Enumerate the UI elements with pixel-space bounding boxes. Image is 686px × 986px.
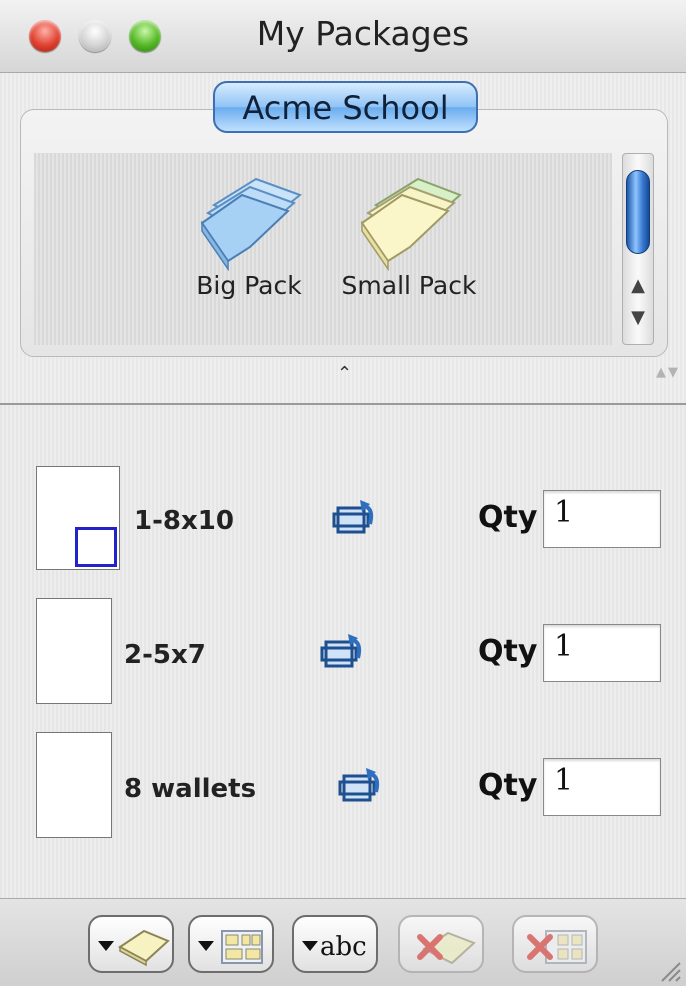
layout-row: 2-5x7 Qty 1 (0, 594, 686, 704)
layout-label: 2-5x7 (124, 640, 206, 670)
add-package-menu-button[interactable] (88, 915, 174, 973)
layout-thumbnail[interactable] (36, 732, 112, 838)
layout-row: 1-8x10 Qty 1 (0, 460, 686, 570)
group-tab[interactable]: Acme School (213, 81, 478, 133)
add-layout-menu-button[interactable] (188, 915, 274, 973)
package-label: Big Pack (196, 271, 302, 300)
divider-grip-icon[interactable]: ⌃ (337, 363, 352, 384)
scroll-thumb[interactable] (626, 170, 650, 254)
add-layout-menu-icon (198, 930, 263, 964)
qty-label: Qty (478, 500, 538, 535)
layout-row: 8 wallets Qty 1 (0, 728, 686, 838)
window-title: My Packages (256, 14, 470, 53)
add-package-menu-icon (98, 929, 170, 967)
split-view-divider[interactable]: ⌃ ▲▼ (0, 363, 686, 393)
small-pack-icon (360, 177, 462, 271)
layout-thumbnail[interactable] (36, 598, 112, 704)
rotate-icon[interactable] (330, 498, 378, 542)
zoom-button[interactable] (129, 20, 161, 52)
split-arrows-icon: ▲▼ (656, 365, 680, 380)
add-text-menu-button[interactable]: abc (292, 915, 378, 973)
text-glyph: abc (320, 932, 367, 962)
qty-field[interactable]: 1 (543, 624, 661, 682)
scroll-up-arrow-icon[interactable]: ▲ (623, 272, 653, 300)
delete-package-icon (417, 931, 476, 965)
delete-package-button[interactable] (398, 915, 484, 973)
rotate-icon[interactable] (336, 766, 384, 810)
title-bar[interactable]: My Packages (0, 0, 686, 73)
layout-label: 8 wallets (124, 774, 257, 804)
layout-label: 1-8x10 (134, 506, 234, 536)
qty-field[interactable]: 1 (543, 490, 661, 548)
delete-layout-button[interactable] (512, 915, 598, 973)
selection-box (75, 527, 117, 567)
package-small-pack[interactable]: Small Pack (324, 165, 494, 300)
big-pack-icon (200, 177, 303, 271)
resize-grip-icon[interactable] (654, 955, 682, 983)
delete-layout-icon (527, 930, 587, 964)
package-label: Small Pack (341, 271, 477, 300)
my-packages-window: My Packages Acme School Big Pack Small P… (0, 0, 686, 986)
minimize-button[interactable] (79, 20, 111, 52)
scroll-down-arrow-icon[interactable]: ▼ (623, 304, 653, 332)
qty-field[interactable]: 1 (543, 758, 661, 816)
package-shelf: Big Pack Small Pack (34, 153, 612, 345)
add-text-menu-icon: abc (302, 932, 367, 962)
qty-label: Qty (478, 634, 538, 669)
layout-thumbnail[interactable] (36, 466, 120, 570)
bottom-toolbar: abc (0, 898, 686, 986)
package-scrollbar[interactable]: ▲ ▼ (622, 153, 654, 345)
close-button[interactable] (29, 20, 61, 52)
package-browser: Acme School Big Pack Small Pack ▲ ▼ ⌃ ▲▼ (0, 73, 686, 405)
rotate-icon[interactable] (318, 632, 366, 676)
package-big-pack[interactable]: Big Pack (174, 165, 324, 300)
qty-label: Qty (478, 768, 538, 803)
